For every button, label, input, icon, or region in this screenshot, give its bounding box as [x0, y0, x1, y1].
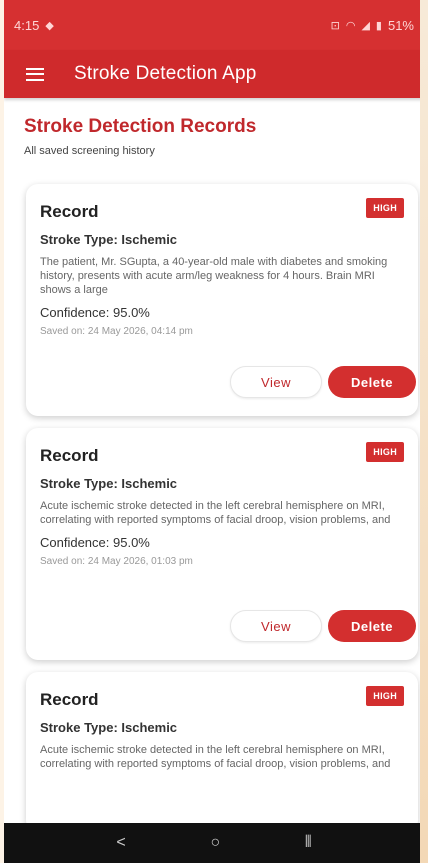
severity-badge: HIGH	[366, 442, 404, 462]
delete-button[interactable]: Delete	[328, 610, 416, 642]
view-button[interactable]: View	[230, 366, 322, 398]
record-title: Record	[40, 690, 99, 709]
side-strip	[420, 0, 428, 863]
menu-icon[interactable]	[26, 67, 44, 81]
page-header: Stroke Detection Records All saved scree…	[4, 116, 424, 157]
stroke-type: Stroke Type: Ischemic	[40, 720, 178, 735]
record-description: The patient, Mr. SGupta, a 40-year-old m…	[40, 256, 388, 296]
status-time: 4:15	[14, 17, 40, 33]
stroke-type: Stroke Type: Ischemic	[40, 232, 178, 247]
page-subtitle: All saved screening history	[24, 145, 155, 157]
chevron-left-icon[interactable]: <	[116, 834, 125, 852]
saved-timestamp: Saved on: 24 May 2026, 01:03 pm	[40, 556, 193, 567]
record-card[interactable]: Record HIGH Stroke Type: Ischemic Acute …	[26, 428, 418, 660]
record-description: Acute ischemic stroke detected in the le…	[40, 744, 391, 770]
view-button[interactable]: View	[230, 610, 322, 642]
phone-screen: 4:15 ◆ ⊡ ◠ ◢ ▮ 51% Stroke Detection App …	[4, 0, 424, 863]
wifi-icon: ◠	[345, 19, 356, 32]
battery-level: 51%	[387, 17, 414, 33]
delete-button[interactable]: Delete	[328, 366, 416, 398]
severity-badge: HIGH	[366, 198, 404, 218]
record-card[interactable]: Record HIGH Stroke Type: Ischemic The pa…	[26, 184, 418, 416]
cast-icon: ⊡	[330, 19, 340, 32]
stroke-type: Stroke Type: Ischemic	[40, 476, 178, 491]
app-title: Stroke Detection App	[74, 63, 257, 84]
status-left: 4:15 ◆	[14, 18, 54, 33]
status-right: ⊡ ◠ ◢ ▮ 51%	[331, 18, 414, 33]
record-card[interactable]: Record HIGH Stroke Type: Ischemic Acute …	[26, 672, 418, 832]
app-bar: Stroke Detection App	[4, 50, 424, 98]
record-title: Record	[40, 202, 99, 221]
signal-icon: ◢	[361, 19, 370, 32]
severity-badge: HIGH	[366, 686, 404, 706]
confidence: Confidence: 95.0%	[40, 535, 150, 550]
system-nav-bar: < ○ ⫴	[4, 823, 424, 863]
recents-icon[interactable]: ⫴	[305, 834, 312, 852]
location-icon: ◆	[45, 19, 54, 32]
record-description: Acute ischemic stroke detected in the le…	[40, 500, 391, 526]
page-title: Stroke Detection Records	[24, 116, 257, 137]
status-bar: 4:15 ◆ ⊡ ◠ ◢ ▮ 51%	[4, 0, 424, 50]
circle-icon[interactable]: ○	[210, 834, 220, 852]
battery-icon: ▮	[375, 19, 382, 32]
saved-timestamp: Saved on: 24 May 2026, 04:14 pm	[40, 326, 193, 337]
record-title: Record	[40, 446, 99, 465]
confidence: Confidence: 95.0%	[40, 305, 150, 320]
